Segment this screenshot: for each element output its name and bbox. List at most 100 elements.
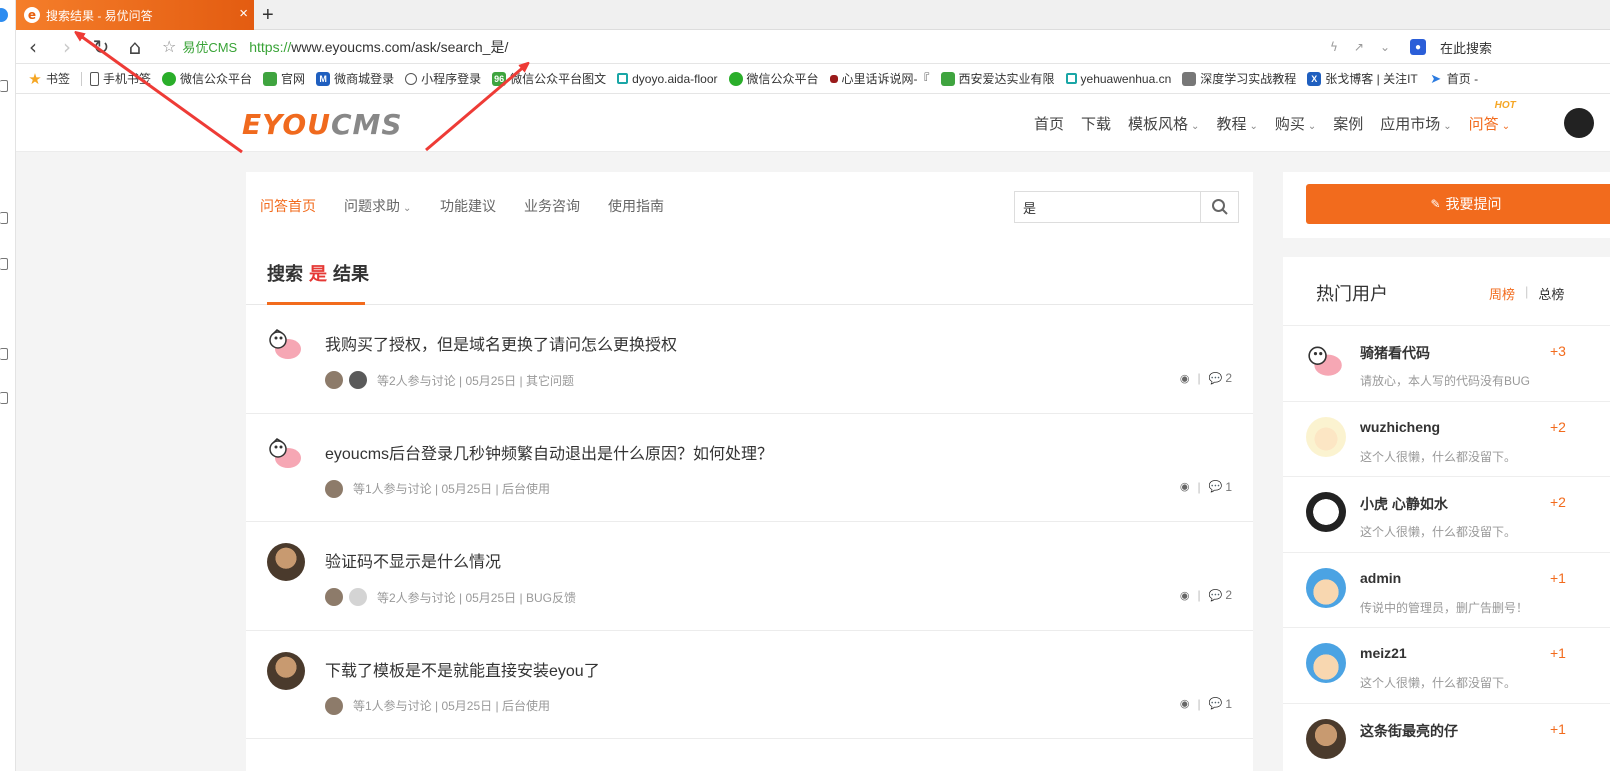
search-button[interactable] <box>1200 192 1238 222</box>
comment-icon: 💬 <box>1208 371 1223 385</box>
globe-icon <box>405 72 418 85</box>
list-item[interactable]: 验证码不显示是什么情况 等2人参与讨论 | 05月25日 | BUG反馈 ◉ | 💬… <box>246 522 1253 631</box>
bookmark-star-icon[interactable]: ☆ <box>162 37 176 56</box>
side-panel-icon[interactable] <box>0 348 8 360</box>
user-name[interactable]: 骑猪看代码 <box>1360 343 1430 363</box>
bookmark-item[interactable]: ➤ 首页 - <box>1429 70 1478 87</box>
question-title[interactable]: eyoucms后台登录几秒钟频繁自动退出是什么原因？如何处理？ <box>325 440 773 464</box>
avatar[interactable] <box>1306 416 1346 457</box>
tab-weekly[interactable]: 周榜 <box>1489 284 1515 303</box>
list-item[interactable]: 我购买了授权，但是域名更换了请问怎么更换授权 等2人参与讨论 | 05月25日 … <box>246 305 1253 414</box>
nav-item-buy[interactable]: 购买 ⌄ <box>1275 113 1316 134</box>
bookmark-item[interactable]: M 微商城登录 <box>316 70 394 87</box>
bookmark-item[interactable]: 微信公众平台 <box>162 70 252 87</box>
bookmark-item[interactable]: 小程序登录 <box>405 70 481 87</box>
nav-item-cases[interactable]: 案例 <box>1333 113 1363 134</box>
bookmark-item[interactable]: 深度学习实战教程 <box>1182 70 1296 87</box>
tab-suggestions[interactable]: 功能建议 <box>440 196 496 216</box>
avatar[interactable] <box>267 543 305 581</box>
avatar[interactable] <box>267 326 305 364</box>
lightning-icon[interactable]: ϟ <box>1330 40 1338 54</box>
avatar[interactable] <box>1306 643 1346 683</box>
participant-avatar[interactable] <box>349 371 367 389</box>
list-item[interactable]: 这条街最亮的仔 +1 <box>1283 704 1610 771</box>
bookmark-item[interactable]: 官网 <box>263 70 305 87</box>
question-stats: ◉ | 💬 2 <box>1180 588 1232 602</box>
bookmark-item[interactable]: dyoyo.aida-floor <box>617 72 718 86</box>
participant-avatar[interactable] <box>325 371 343 389</box>
new-tab-button[interactable]: + <box>262 2 274 28</box>
browser-side-rail <box>0 0 16 771</box>
participant-avatar[interactable] <box>325 696 343 715</box>
avatar[interactable] <box>1306 718 1346 759</box>
avatar[interactable] <box>267 435 305 473</box>
search-engine-box[interactable]: ● 在此搜索 <box>1410 38 1610 57</box>
list-item[interactable]: admin 传说中的管理员，删广告删号！ +1 <box>1283 553 1610 628</box>
avatar[interactable] <box>267 651 305 690</box>
nav-item-download[interactable]: 下载 <box>1081 113 1111 134</box>
bookmark-item[interactable]: 心里话诉说网-『 <box>829 70 930 87</box>
question-title[interactable]: 下载了模板是不是就能直接安装eyou了 <box>325 657 600 681</box>
chevron-down-icon[interactable]: ⌄ <box>1380 40 1390 54</box>
tab-help[interactable]: 问题求助 ⌄ <box>344 196 411 216</box>
avatar[interactable] <box>1306 567 1346 608</box>
browser-tab-active[interactable]: e 搜索结果 - 易优问答 × <box>16 0 254 30</box>
nav-item-qa[interactable]: HOT 问答 ⌄ <box>1469 100 1516 134</box>
participant-avatar[interactable] <box>325 588 343 606</box>
side-panel-icon[interactable] <box>0 258 8 270</box>
search-icon <box>1211 199 1228 215</box>
side-panel-icon[interactable] <box>0 392 8 404</box>
refresh-icon[interactable]: ↻ <box>84 30 118 64</box>
forward-icon[interactable]: › <box>50 30 84 64</box>
bookmark-item[interactable]: X 张戈博客 | 关注IT <box>1307 70 1418 87</box>
baidu-paw-icon[interactable]: ● <box>1410 39 1426 55</box>
user-name[interactable]: meiz21 <box>1360 645 1407 661</box>
user-name[interactable]: wuzhicheng <box>1360 419 1440 435</box>
site-identity-label: 易优CMS <box>182 40 238 55</box>
browser-logo-icon[interactable] <box>0 8 8 22</box>
participant-avatar[interactable] <box>325 479 343 498</box>
bookmark-item[interactable]: 西安爱达实业有限 <box>940 70 1055 87</box>
bookmark-item[interactable]: ★ 书签 <box>28 70 70 88</box>
list-item[interactable]: 骑猪看代码 请放心，本人写的代码没有BUG +3 <box>1283 326 1610 402</box>
site-icon <box>263 71 278 86</box>
tab-close-icon[interactable]: × <box>239 6 248 22</box>
browser-address-bar: ‹ › ↻ ⌂ ☆ 易优CMS https://www.eyoucms.com/… <box>16 30 1610 64</box>
home-icon[interactable]: ⌂ <box>118 30 152 64</box>
nav-item-home[interactable]: 首页 <box>1034 113 1064 134</box>
side-panel-icon[interactable] <box>0 212 8 224</box>
bookmark-item[interactable]: 手机书签 <box>90 70 151 87</box>
tab-qa-home[interactable]: 问答首页 <box>260 196 316 216</box>
avatar[interactable] <box>1306 341 1346 381</box>
user-name[interactable]: 小虎 心静如水 <box>1360 494 1448 514</box>
nav-item-templates[interactable]: 模板风格 ⌄ <box>1128 113 1199 134</box>
list-item[interactable]: 下载了模板是不是就能直接安装eyou了 等1人参与讨论 | 05月25日 | 后… <box>246 631 1253 739</box>
back-icon[interactable]: ‹ <box>16 30 50 64</box>
avatar[interactable] <box>1306 492 1346 532</box>
site-logo[interactable]: EYOUCMS <box>242 108 403 141</box>
url-field[interactable]: https://www.eyoucms.com/ask/search_是/ <box>249 37 508 57</box>
url-path: www.eyoucms.com/ask/search_是/ <box>291 38 509 55</box>
participant-avatar[interactable] <box>349 588 367 606</box>
question-title[interactable]: 我购买了授权，但是域名更换了请问怎么更换授权 <box>325 331 677 355</box>
list-item[interactable]: meiz21 这个人很懒，什么都没留下。 +1 <box>1283 628 1610 704</box>
list-item[interactable]: eyoucms后台登录几秒钟频繁自动退出是什么原因？如何处理？ 等1人参与讨论 … <box>246 414 1253 522</box>
bookmark-item[interactable]: 微信公众平台 <box>728 70 819 87</box>
question-title[interactable]: 验证码不显示是什么情况 <box>325 548 501 572</box>
side-panel-icon[interactable] <box>0 80 8 92</box>
bookmark-item[interactable]: yehuawenhua.cn <box>1065 72 1171 86</box>
user-avatar[interactable] <box>1564 108 1594 138</box>
nav-item-tutorials[interactable]: 教程 ⌄ <box>1216 113 1257 134</box>
ask-question-button[interactable]: ✎ 我要提问 <box>1306 184 1610 224</box>
share-icon[interactable]: ↗ <box>1354 40 1364 54</box>
list-item[interactable]: 小虎 心静如水 这个人很懒，什么都没留下。 +2 <box>1283 477 1610 553</box>
search-input[interactable] <box>1015 192 1201 222</box>
tab-total[interactable]: 总榜 <box>1538 284 1564 303</box>
tab-business[interactable]: 业务咨询 <box>524 196 580 216</box>
bookmark-item[interactable]: 96 微信公众平台图文 <box>492 70 606 87</box>
user-name[interactable]: admin <box>1360 570 1401 586</box>
list-item[interactable]: wuzhicheng 这个人很懒，什么都没留下。 +2 <box>1283 402 1610 477</box>
user-name[interactable]: 这条街最亮的仔 <box>1360 721 1458 741</box>
tab-guide[interactable]: 使用指南 <box>608 196 664 216</box>
nav-item-app-market[interactable]: 应用市场 ⌄ <box>1380 113 1451 134</box>
